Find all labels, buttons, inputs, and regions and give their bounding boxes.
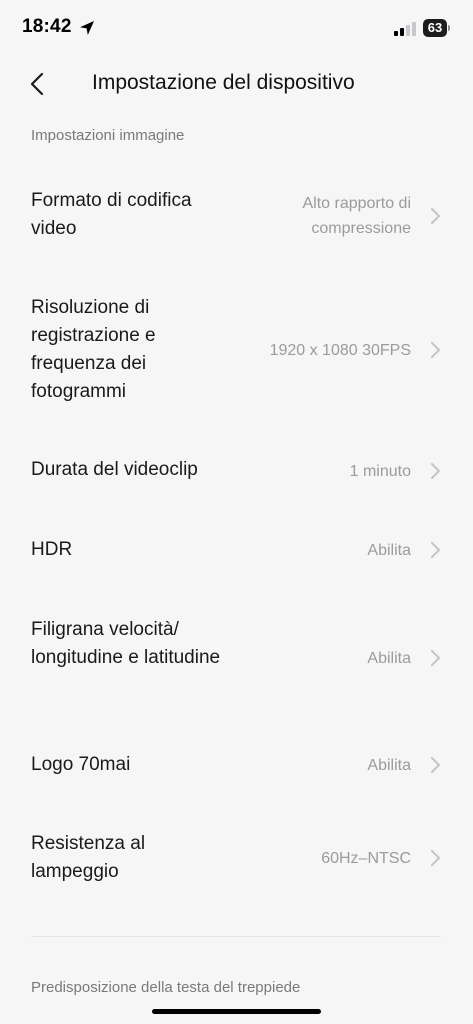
setting-label-video-encoding: Formato di codifica video xyxy=(31,190,192,239)
battery-body: 63 xyxy=(423,19,447,37)
chevron-right-icon xyxy=(431,757,440,773)
back-button[interactable] xyxy=(22,68,54,100)
battery-icon: 63 xyxy=(423,19,450,37)
chevron-right-icon xyxy=(431,208,440,224)
chevron-right-icon xyxy=(431,650,440,666)
setting-label-flicker: Resistenza al lampeggio xyxy=(31,833,146,882)
setting-row-video-encoding[interactable]: Formato di codifica video Alto rapporto … xyxy=(0,176,473,256)
battery-level: 63 xyxy=(427,20,443,35)
setting-value-resolution: 1920 x 1080 30FPS xyxy=(269,342,411,359)
location-arrow-icon xyxy=(80,21,94,35)
status-bar: 18:42 63 xyxy=(0,0,473,56)
chevron-right-icon xyxy=(431,342,440,358)
setting-label-hdr: HDR xyxy=(31,539,73,560)
chevron-right-icon xyxy=(431,850,440,866)
setting-value-hdr: Abilita xyxy=(367,542,411,559)
status-time: 18:42 xyxy=(22,16,72,37)
setting-value-watermark: Abilita xyxy=(367,650,411,667)
page-title: Impostazione del dispositivo xyxy=(92,71,355,94)
setting-row-logo[interactable]: Logo 70mai Abilita xyxy=(0,740,473,792)
setting-row-flicker[interactable]: Resistenza al lampeggio 60Hz–NTSC xyxy=(0,820,473,896)
battery-cap xyxy=(448,25,450,31)
setting-row-watermark[interactable]: Filigrana velocità/ longitudine e latitu… xyxy=(0,606,473,706)
setting-value-flicker: 60Hz–NTSC xyxy=(321,850,411,867)
navigation-header: Impostazione del dispositivo xyxy=(0,60,473,108)
setting-value-clip-duration: 1 minuto xyxy=(349,463,411,480)
home-indicator xyxy=(152,1009,321,1014)
setting-label-logo: Logo 70mai xyxy=(31,754,131,775)
section-header-image-settings: Impostazioni immagine xyxy=(31,127,185,144)
chevron-right-icon xyxy=(431,542,440,558)
setting-value-video-encoding: Alto rapporto di compressione xyxy=(302,195,411,237)
setting-label-watermark: Filigrana velocità/ longitudine e latitu… xyxy=(31,619,221,668)
cellular-signal-icon xyxy=(394,22,416,36)
setting-row-resolution[interactable]: Risoluzione di registrazione e frequenza… xyxy=(0,284,473,414)
chevron-right-icon xyxy=(431,463,440,479)
section-header-tripod: Predisposizione della testa del treppied… xyxy=(31,979,301,996)
section-divider xyxy=(31,936,441,937)
setting-row-clip-duration[interactable]: Durata del videoclip 1 minuto xyxy=(0,446,473,498)
setting-row-hdr[interactable]: HDR Abilita xyxy=(0,524,473,576)
setting-value-logo: Abilita xyxy=(367,757,411,774)
setting-label-resolution: Risoluzione di registrazione e frequenza… xyxy=(31,297,156,402)
